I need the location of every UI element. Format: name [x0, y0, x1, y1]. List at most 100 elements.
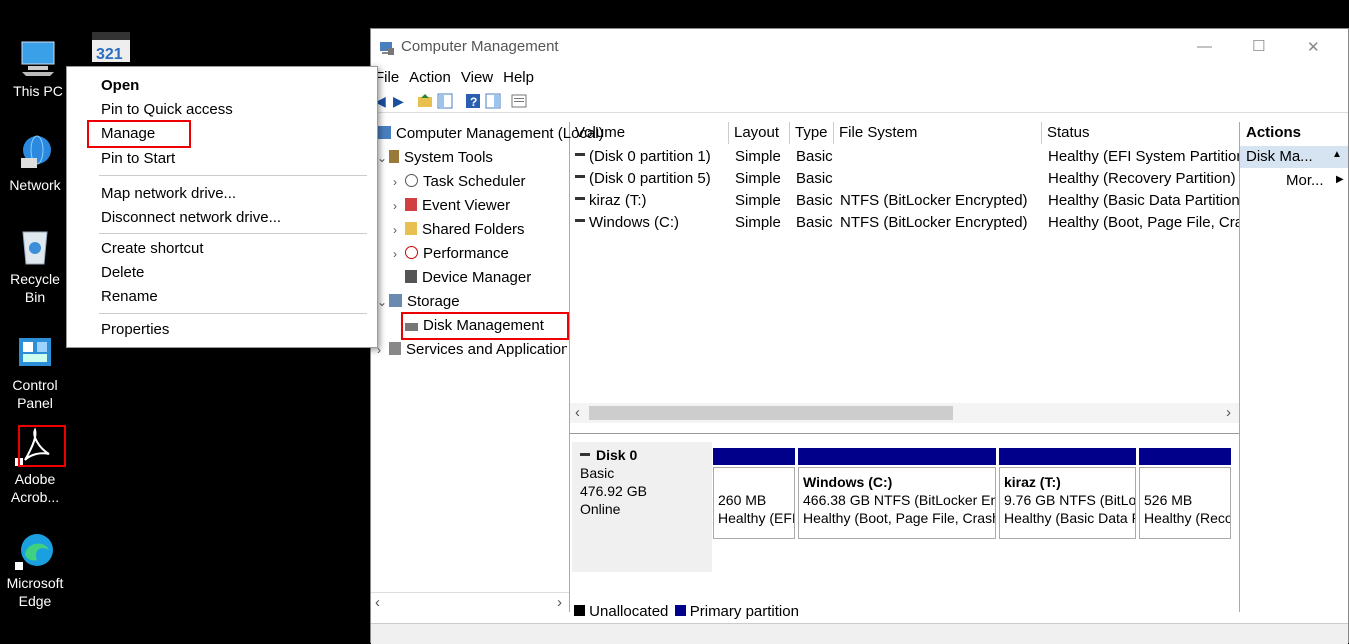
- menu-help[interactable]: Help: [498, 67, 539, 89]
- close-button[interactable]: ✕: [1307, 38, 1320, 56]
- chevron-right-icon[interactable]: ›: [377, 339, 389, 361]
- cell-layout: Simple: [735, 170, 781, 187]
- disk-graphical-view: Disk 0 Basic 476.92 GB Online 260 MB Hea…: [570, 433, 1239, 620]
- computer-management-icon: [377, 126, 391, 139]
- volume-drive-icon: [575, 153, 585, 156]
- partition-header-bar: [713, 448, 795, 465]
- forward-arrow-icon[interactable]: ▶: [393, 93, 409, 109]
- chevron-right-icon[interactable]: ›: [393, 219, 405, 241]
- chevron-right-icon[interactable]: ›: [393, 171, 405, 193]
- menu-item-map-network-drive[interactable]: Map network drive...: [101, 183, 236, 205]
- desktop-icon-media-player[interactable]: 321: [86, 26, 136, 70]
- submenu-arrow-icon: ▶: [1336, 174, 1344, 185]
- menu-item-rename[interactable]: Rename: [101, 286, 158, 308]
- computer-management-icon: [379, 40, 395, 60]
- action-pane-icon[interactable]: [485, 93, 501, 109]
- desktop-icon-edge[interactable]: Microsoft Edge: [0, 530, 70, 610]
- menu-separator: [99, 313, 367, 314]
- tree-item-device-manager[interactable]: Device Manager: [405, 267, 531, 289]
- desktop-icon-label: This PC: [13, 83, 63, 99]
- up-folder-icon[interactable]: [417, 93, 433, 109]
- scrollbar-thumb[interactable]: [589, 406, 953, 420]
- recycle-bin-icon: [15, 226, 55, 266]
- partition-kiraz-t[interactable]: kiraz (T:) 9.76 GB NTFS (BitLocker Encry…: [999, 467, 1136, 539]
- table-row[interactable]: kiraz (T:) Simple Basic NTFS (BitLocker …: [570, 190, 1239, 212]
- context-menu: Open Pin to Quick access Manage Pin to S…: [66, 66, 378, 348]
- partition-size: 9.76 GB NTFS (BitLocker Encrypted): [1004, 492, 1136, 508]
- legend-primary-label: Primary partition: [689, 603, 799, 620]
- partition-efi[interactable]: 260 MB Healthy (EFI System Partition): [713, 467, 795, 539]
- chevron-right-icon[interactable]: ›: [393, 195, 405, 217]
- menu-item-properties[interactable]: Properties: [101, 319, 169, 341]
- performance-icon: [405, 246, 418, 259]
- menu-item-delete[interactable]: Delete: [101, 262, 144, 284]
- shared-folder-icon: [405, 222, 417, 235]
- help-icon[interactable]: ?: [465, 93, 481, 109]
- scroll-left-icon[interactable]: ‹: [575, 404, 580, 421]
- tree-item-task-scheduler[interactable]: › Task Scheduler: [393, 171, 526, 193]
- device-manager-icon: [405, 270, 417, 283]
- actions-section-disk-management[interactable]: Disk Ma... ▲: [1240, 146, 1348, 168]
- scroll-right-icon[interactable]: ›: [1226, 404, 1231, 421]
- desktop-icon-this-pc[interactable]: This PC: [3, 38, 73, 100]
- disk-info-panel[interactable]: Disk 0 Basic 476.92 GB Online: [572, 442, 712, 572]
- cell-type: Basic: [796, 214, 833, 231]
- menu-bar: File Action View Help: [371, 67, 1348, 89]
- table-row[interactable]: (Disk 0 partition 1) Simple Basic Health…: [570, 146, 1239, 168]
- menu-item-pin-quick-access[interactable]: Pin to Quick access: [101, 99, 233, 121]
- menu-item-pin-to-start[interactable]: Pin to Start: [101, 148, 175, 170]
- tree-item-storage[interactable]: ⌄ Storage: [377, 291, 460, 313]
- menu-view[interactable]: View: [456, 67, 498, 89]
- menu-item-open[interactable]: Open: [101, 75, 139, 97]
- tree-horizontal-scrollbar[interactable]: ‹ ›: [371, 592, 569, 611]
- column-header-layout[interactable]: Layout: [729, 122, 790, 144]
- table-row[interactable]: Windows (C:) Simple Basic NTFS (BitLocke…: [570, 212, 1239, 234]
- menu-item-disconnect-network-drive[interactable]: Disconnect network drive...: [101, 207, 281, 229]
- minimize-button[interactable]: —: [1197, 38, 1212, 55]
- computer-icon: [18, 38, 58, 78]
- list-horizontal-scrollbar[interactable]: ‹ ›: [570, 403, 1239, 423]
- svg-text:?: ?: [470, 95, 477, 109]
- tree-item-system-tools[interactable]: ⌄ System Tools: [377, 147, 493, 169]
- network-globe-icon: [15, 132, 55, 172]
- desktop-icon-recycle-bin[interactable]: Recycle Bin: [0, 226, 70, 306]
- tree-item-services-applications[interactable]: › Services and Applications: [377, 339, 567, 361]
- column-header-status[interactable]: Status: [1042, 122, 1239, 144]
- partition-windows-c[interactable]: Windows (C:) 466.38 GB NTFS (BitLocker E…: [798, 467, 996, 539]
- chevron-down-icon[interactable]: ⌄: [377, 147, 389, 169]
- chevron-right-icon[interactable]: ›: [393, 243, 405, 265]
- tools-icon: [389, 150, 399, 163]
- column-header-type[interactable]: Type: [790, 122, 834, 144]
- desktop-icon-network[interactable]: Network: [0, 132, 70, 194]
- more-actions-item[interactable]: Mor... ▶: [1240, 170, 1348, 192]
- tree-item-shared-folders[interactable]: › Shared Folders: [393, 219, 525, 241]
- menu-action[interactable]: Action: [404, 67, 456, 89]
- legend-unallocated-label: Unallocated: [589, 603, 669, 620]
- cell-layout: Simple: [735, 214, 781, 231]
- column-header-file-system[interactable]: File System: [834, 122, 1042, 144]
- partition-name: [718, 473, 790, 491]
- volume-list: Volume Layout Type File System Status (D…: [570, 122, 1239, 427]
- table-row[interactable]: (Disk 0 partition 5) Simple Basic Health…: [570, 168, 1239, 190]
- partition-recovery[interactable]: 526 MB Healthy (Recovery Partition): [1139, 467, 1231, 539]
- tree-item-performance[interactable]: › Performance: [393, 243, 509, 265]
- desktop-icon-control-panel[interactable]: Control Panel: [0, 332, 70, 412]
- computer-management-window: Computer Management — ☐ ✕ File Action View…: [370, 28, 1349, 644]
- actions-header: Actions: [1246, 124, 1302, 141]
- tree-item-event-viewer[interactable]: › Event Viewer: [393, 195, 510, 217]
- edge-icon: [15, 530, 55, 570]
- console-tree: Computer Management (Local) ⌄ System Tool…: [371, 122, 604, 612]
- menu-item-create-shortcut[interactable]: Create shortcut: [101, 238, 204, 260]
- actions-section-label: Disk Ma...: [1246, 148, 1313, 165]
- properties-icon[interactable]: [511, 93, 527, 109]
- cell-status: Healthy (Boot, Page File, Crash Dump): [1048, 214, 1239, 231]
- scroll-right-icon[interactable]: ›: [557, 594, 562, 611]
- scroll-left-icon[interactable]: ‹: [375, 594, 380, 611]
- partition-status: Healthy (Boot, Page File, Crash Dump): [803, 510, 995, 526]
- partition-header-bar: [1139, 448, 1231, 465]
- chevron-down-icon[interactable]: ⌄: [377, 291, 389, 313]
- column-header-volume[interactable]: Volume: [570, 122, 729, 144]
- maximize-button[interactable]: ☐: [1252, 37, 1265, 55]
- show-hide-tree-icon[interactable]: [437, 93, 453, 109]
- collapse-arrow-icon[interactable]: ▲: [1332, 149, 1342, 160]
